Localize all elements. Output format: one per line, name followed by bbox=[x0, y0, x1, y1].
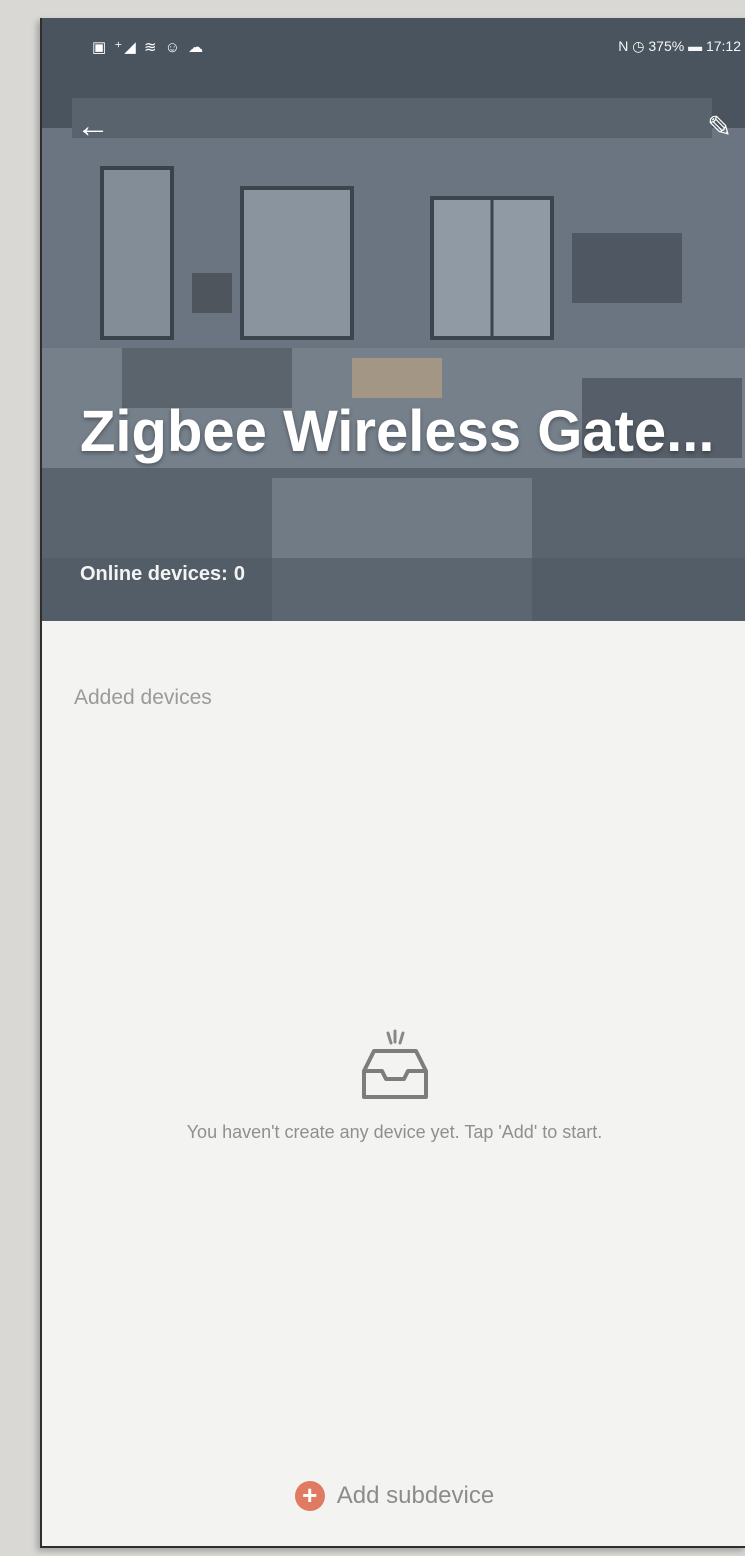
room-background-image bbox=[42, 18, 745, 621]
add-subdevice-label: Add subdevice bbox=[336, 1482, 495, 1509]
edit-button[interactable]: ✎ bbox=[707, 110, 745, 150]
gateway-title: Zigbee Wireless Gate... bbox=[80, 399, 715, 464]
empty-inbox-icon bbox=[361, 1029, 428, 1099]
status-info-right: N ◷ 375% ▬ 17:12 bbox=[618, 38, 741, 54]
online-devices-status: Online devices: 0 bbox=[80, 563, 245, 586]
pencil-icon: ✎ bbox=[707, 111, 733, 144]
gateway-header: ▣ ⁺◢ ≋ ☺ ☁ N ◷ 375% ▬ 17:12 ← ✎ Zigbee W… bbox=[42, 18, 745, 621]
add-subdevice-button[interactable]: + Add subdevice bbox=[42, 1481, 745, 1511]
app-screen: ▣ ⁺◢ ≋ ☺ ☁ N ◷ 375% ▬ 17:12 ← ✎ Zigbee W… bbox=[40, 18, 745, 1548]
plus-circle-icon: + bbox=[294, 1481, 325, 1511]
status-bar: ▣ ⁺◢ ≋ ☺ ☁ N ◷ 375% ▬ 17:12 bbox=[42, 18, 745, 78]
online-devices-count: 0 bbox=[233, 563, 245, 585]
online-devices-label: Online devices: bbox=[80, 563, 228, 585]
back-button[interactable]: ← bbox=[76, 104, 120, 148]
empty-state: You haven't create any device yet. Tap '… bbox=[42, 1023, 745, 1143]
arrow-left-icon: ← bbox=[76, 107, 110, 145]
empty-message: You haven't create any device yet. Tap '… bbox=[186, 1122, 603, 1142]
added-devices-heading: Added devices bbox=[74, 686, 212, 709]
status-icons-left: ▣ ⁺◢ ≋ ☺ ☁ bbox=[92, 39, 206, 56]
